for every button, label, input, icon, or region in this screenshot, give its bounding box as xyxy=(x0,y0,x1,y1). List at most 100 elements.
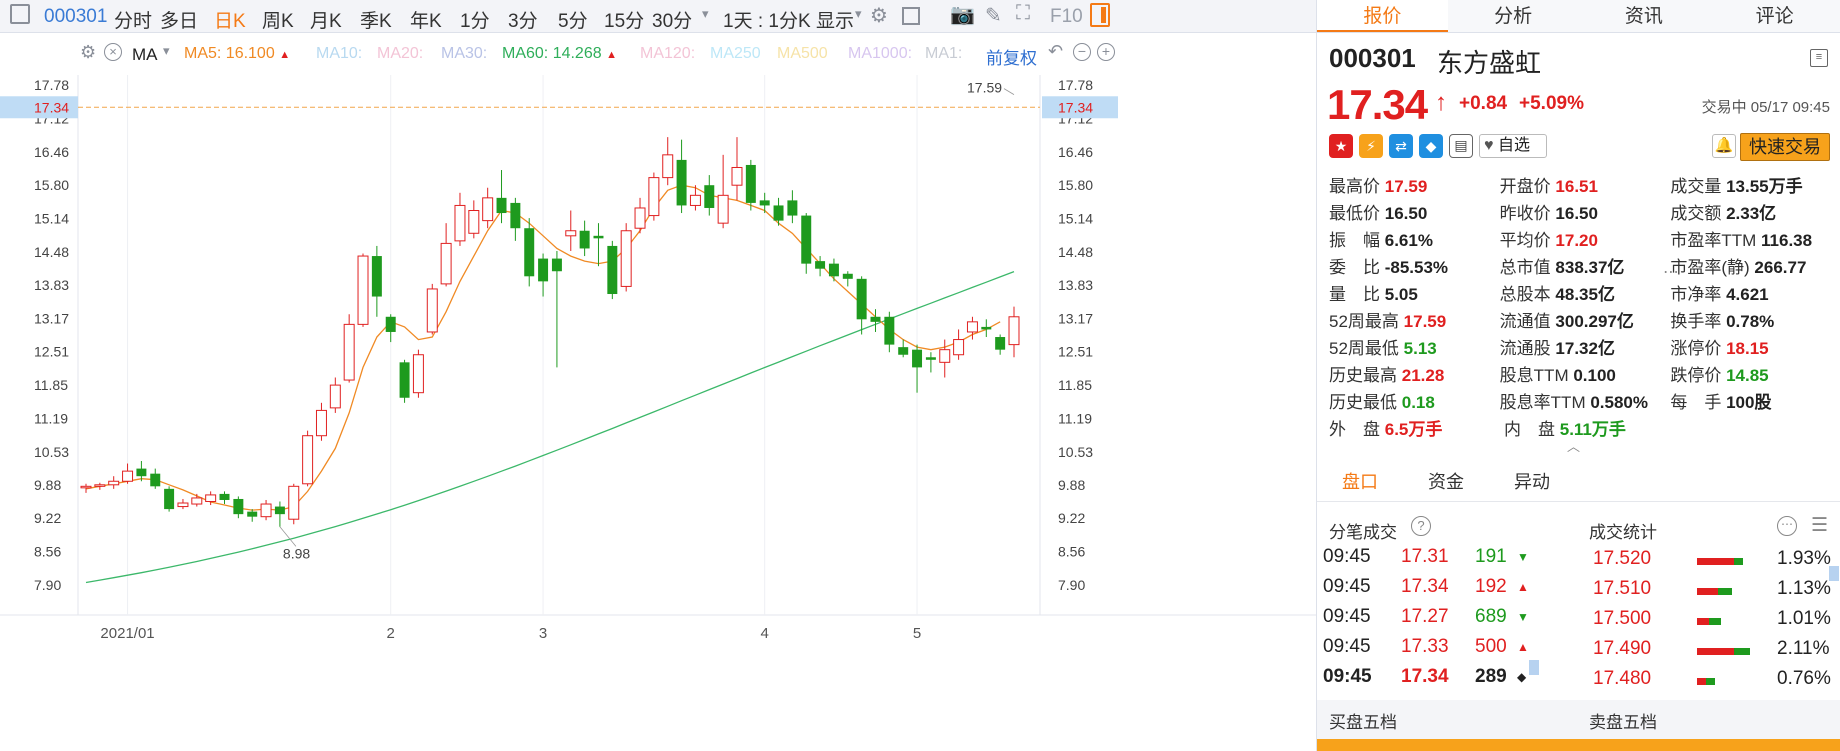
zoom-out-icon[interactable]: − xyxy=(1073,43,1091,61)
fast-trade-button[interactable]: 快速交易 xyxy=(1740,133,1830,161)
period-tab[interactable]: 3分 xyxy=(508,6,538,33)
candle-body[interactable] xyxy=(828,263,839,277)
period-tab[interactable]: 5分 xyxy=(558,6,588,33)
candle-body[interactable] xyxy=(385,316,396,332)
candle-body[interactable] xyxy=(717,194,729,224)
close-icon[interactable]: × xyxy=(104,43,122,61)
candle-body[interactable] xyxy=(689,194,701,206)
candle-body[interactable] xyxy=(912,349,923,368)
candle-body[interactable] xyxy=(1008,316,1020,346)
period-tab[interactable]: 1分 xyxy=(460,6,490,33)
period-tab[interactable]: 月K xyxy=(310,6,342,33)
quote-tab[interactable]: 报价 xyxy=(1317,0,1448,32)
candle-body[interactable] xyxy=(579,230,590,249)
chevron-down-icon[interactable]: ▾ xyxy=(163,43,170,59)
candle-body[interactable] xyxy=(329,384,341,409)
candle-body[interactable] xyxy=(731,166,743,186)
undo-icon[interactable]: ↶ xyxy=(1048,41,1063,62)
candle-body[interactable] xyxy=(939,349,951,363)
candle-body[interactable] xyxy=(966,321,978,333)
candle-body[interactable] xyxy=(399,362,410,398)
china-flag-icon[interactable]: ★ xyxy=(1329,134,1353,158)
candle-body[interactable] xyxy=(440,242,452,285)
zoom-in-icon[interactable]: + xyxy=(1097,43,1115,61)
f10-button[interactable]: F10 xyxy=(1050,6,1083,28)
period-tab[interactable]: 30分 xyxy=(652,6,692,33)
fullscreen-icon[interactable]: ⛶ xyxy=(1016,2,1030,25)
detail-tab[interactable]: 异动 xyxy=(1489,462,1575,501)
candle-body[interactable] xyxy=(122,470,134,482)
tag-icon[interactable]: ◆ xyxy=(1419,134,1443,158)
help-icon[interactable]: ? xyxy=(1411,516,1431,536)
candle-body[interactable] xyxy=(205,494,217,502)
quote-tab[interactable]: 资讯 xyxy=(1579,0,1710,32)
candle-body[interactable] xyxy=(551,258,562,272)
gear-icon[interactable]: ⚙ xyxy=(80,42,96,63)
candle-body[interactable] xyxy=(815,261,826,269)
menu-icon[interactable]: ≡ xyxy=(1810,49,1828,67)
chevron-down-icon[interactable]: ▾ xyxy=(855,6,862,22)
candle-body[interactable] xyxy=(357,255,369,325)
candle-body[interactable] xyxy=(219,493,230,500)
candle-body[interactable] xyxy=(496,197,507,214)
candle-body[interactable] xyxy=(648,177,660,217)
candle-body[interactable] xyxy=(247,511,258,517)
candle-body[interactable] xyxy=(94,484,106,487)
scrollbar[interactable] xyxy=(1529,660,1539,675)
candle-body[interactable] xyxy=(842,273,853,279)
bell-icon[interactable]: 🔔 xyxy=(1712,134,1736,158)
kline-chart[interactable]: 2021/01 2 3 4 517.78 17.7817.12 17.1216.46 16.4… xyxy=(0,75,1316,751)
candle-body[interactable] xyxy=(233,498,244,515)
candle-body[interactable] xyxy=(787,200,798,216)
quote-tab[interactable]: 评论 xyxy=(1709,0,1840,32)
candle-body[interactable] xyxy=(108,480,120,486)
candle-body[interactable] xyxy=(538,258,549,282)
period-tab[interactable]: 周K xyxy=(262,6,294,33)
candle-body[interactable] xyxy=(191,497,203,505)
candle-body[interactable] xyxy=(704,185,715,208)
period-tab[interactable]: 季K xyxy=(360,6,392,33)
interval-select[interactable]: 1天 : 1分K xyxy=(723,6,811,33)
scrollbar[interactable] xyxy=(1829,566,1839,581)
candle-body[interactable] xyxy=(164,488,175,510)
candle-body[interactable] xyxy=(898,347,909,355)
candle-body[interactable] xyxy=(150,473,161,487)
candle-body[interactable] xyxy=(343,323,355,381)
candle-body[interactable] xyxy=(995,337,1006,350)
candle-body[interactable] xyxy=(745,164,756,203)
candle-body[interactable] xyxy=(953,339,965,356)
add-watchlist-button[interactable]: ♥ 自选 xyxy=(1479,134,1547,158)
stock-code-tab[interactable]: 000301 xyxy=(44,6,107,28)
detail-tab[interactable]: 资金 xyxy=(1403,462,1489,501)
candle-body[interactable] xyxy=(634,207,646,229)
candle-body[interactable] xyxy=(315,409,327,437)
period-tab[interactable]: 日K xyxy=(214,6,246,33)
bookmark-icon[interactable]: ▤ xyxy=(1449,134,1473,158)
gear-icon[interactable]: ⚙ xyxy=(870,3,888,28)
panel-toggle-icon[interactable] xyxy=(1090,3,1110,27)
candle-body[interactable] xyxy=(260,503,272,518)
period-tab[interactable]: 分时 xyxy=(114,6,152,33)
display-menu[interactable]: 显示 xyxy=(816,6,854,33)
period-tab[interactable]: 年K xyxy=(410,6,442,33)
candle-body[interactable] xyxy=(981,326,992,330)
collapse-icon[interactable]: ︿ xyxy=(1567,436,1580,455)
candle-body[interactable] xyxy=(662,154,674,179)
candle-body[interactable] xyxy=(510,202,521,229)
candle-body[interactable] xyxy=(524,228,535,277)
candle-body[interactable] xyxy=(773,205,784,221)
shuffle-icon[interactable]: ⇄ xyxy=(1389,134,1413,158)
candle-body[interactable] xyxy=(593,235,604,239)
candle-body[interactable] xyxy=(274,506,285,515)
candle-body[interactable] xyxy=(925,357,936,360)
candle-body[interactable] xyxy=(565,230,577,237)
lightning-icon[interactable]: ⚡ xyxy=(1359,134,1383,158)
candle-body[interactable] xyxy=(302,435,314,485)
list-icon[interactable]: ☰ xyxy=(1811,514,1828,537)
candle-body[interactable] xyxy=(426,288,438,333)
window-icon[interactable] xyxy=(902,7,920,25)
candle-body[interactable] xyxy=(607,245,618,295)
candle-body[interactable] xyxy=(371,256,382,297)
pencil-icon[interactable]: ✎ xyxy=(985,3,1002,28)
camera-icon[interactable]: 📷 xyxy=(950,2,975,27)
